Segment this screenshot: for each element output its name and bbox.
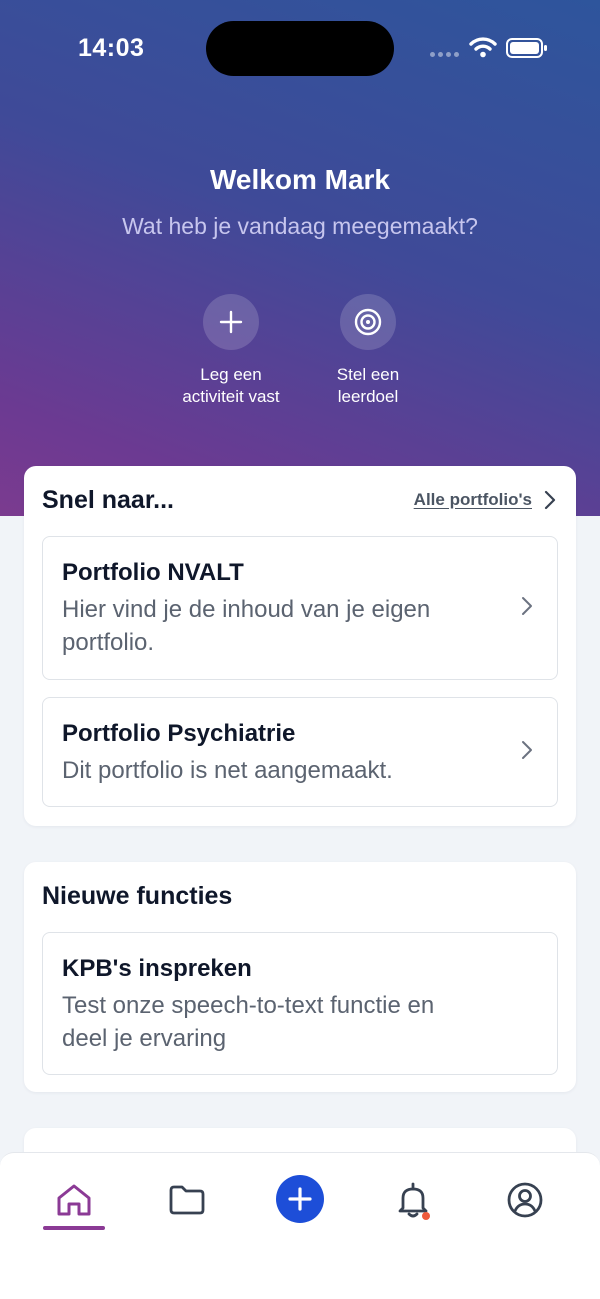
dynamic-island (206, 21, 394, 76)
portfolio-title: Portfolio NVALT (62, 559, 244, 586)
feature-title: KPB's inspreken (62, 955, 252, 982)
notification-badge (422, 1212, 430, 1220)
portfolio-description: Dit portfolio is net aangemaakt. (62, 757, 393, 784)
feature-description: Test onze speech-to-text functie en deel… (62, 992, 435, 1052)
chevron-right-icon (544, 490, 556, 510)
target-icon (340, 294, 396, 350)
portfolio-item-nvalt[interactable]: Portfolio NVALT Hier vind je de inhoud v… (42, 536, 558, 680)
folder-icon (169, 1185, 205, 1215)
welcome-subtitle: Wat heb je vandaag meegemaakt? (122, 213, 478, 239)
status-time: 14:03 (78, 34, 145, 62)
tab-home[interactable] (42, 1175, 106, 1225)
signal-icon (430, 52, 459, 57)
welcome-title: Welkom Mark (210, 164, 390, 195)
all-portfolios-link[interactable]: Alle portfolio's (414, 490, 556, 510)
feature-item-kpb[interactable]: KPB's inspreken Test onze speech-to-text… (42, 932, 558, 1075)
new-features-title: Nieuwe functies (42, 882, 233, 910)
log-activity-label: Leg een activiteit vast (182, 365, 280, 406)
tab-profile[interactable] (493, 1175, 557, 1225)
tab-portfolios[interactable] (155, 1175, 219, 1225)
active-tab-indicator (43, 1226, 105, 1230)
home-icon (57, 1184, 91, 1216)
profile-icon (507, 1182, 543, 1218)
set-goal-button[interactable]: Stel een leerdoel (288, 294, 448, 408)
portfolio-description: Hier vind je de inhoud van je eigen port… (62, 596, 431, 656)
bell-icon (398, 1182, 430, 1220)
battery-icon (506, 38, 547, 58)
quick-access-card: Snel naar... Alle portfolio's Portfolio … (24, 466, 576, 826)
tab-bar (0, 1152, 600, 1299)
portfolio-title: Portfolio Psychiatrie (62, 720, 296, 747)
set-goal-label: Stel een leerdoel (336, 365, 400, 406)
new-features-card: Nieuwe functies KPB's inspreken Test onz… (24, 862, 576, 1092)
wifi-icon (469, 37, 497, 58)
add-icon (276, 1175, 324, 1223)
quick-access-title: Snel naar... (42, 486, 175, 514)
tab-notifications[interactable] (381, 1175, 445, 1225)
chevron-right-icon (522, 741, 532, 759)
tab-add[interactable] (268, 1167, 332, 1231)
status-bar: 14:03 (0, 0, 600, 96)
chevron-right-icon (522, 597, 532, 615)
log-activity-button[interactable]: Leg een activiteit vast (151, 294, 311, 408)
plus-icon (203, 294, 259, 350)
portfolio-item-psychiatrie[interactable]: Portfolio Psychiatrie Dit portfolio is n… (42, 697, 558, 807)
